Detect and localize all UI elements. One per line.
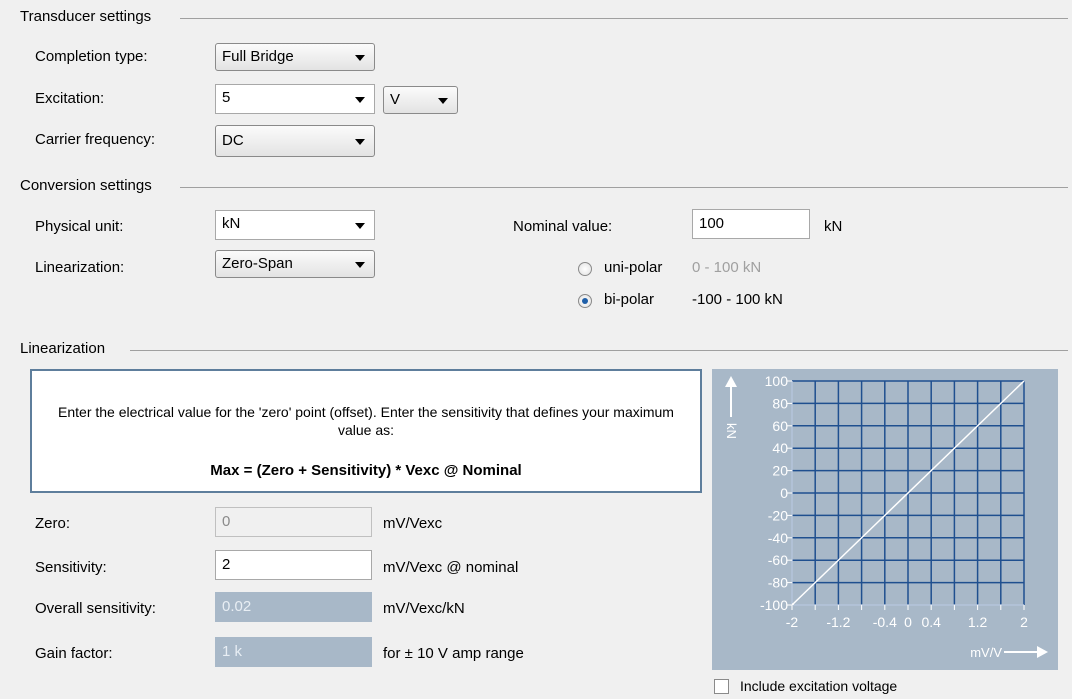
chevron-down-icon: [355, 223, 365, 229]
carrier-frequency-value: DC: [222, 132, 244, 149]
x-axis-label: mV/V: [970, 645, 1002, 660]
chart-y-tick-label: 100: [765, 373, 789, 389]
nominal-value-label: Nominal value:: [513, 218, 613, 235]
bipolar-label: bi-polar: [604, 291, 655, 308]
completion-type-value: Full Bridge: [222, 48, 294, 65]
chart-x-tick-label: 0.4: [921, 614, 941, 630]
chart-y-tick-label: -40: [768, 530, 788, 546]
carrier-frequency-dropdown[interactable]: DC: [215, 125, 375, 157]
excitation-value-combo[interactable]: 5: [215, 84, 375, 114]
chevron-down-icon: [355, 97, 365, 103]
linearization-info-text: Enter the electrical value for the 'zero…: [58, 404, 674, 438]
chart-y-tick-label: -60: [768, 552, 788, 568]
chart-x-tick-label: -0.4: [873, 614, 897, 630]
conversion-settings-divider: [180, 187, 1068, 188]
excitation-unit-dropdown[interactable]: V: [383, 86, 458, 114]
chevron-down-icon: [355, 55, 365, 61]
gain-factor-value: 1 k: [215, 637, 372, 667]
nominal-value-input[interactable]: 100: [692, 209, 810, 239]
chart-x-tick-label: 1.2: [968, 614, 988, 630]
zero-label: Zero:: [35, 515, 71, 532]
chevron-down-icon: [438, 98, 448, 104]
physical-unit-combo[interactable]: kN: [215, 210, 375, 240]
bipolar-radio[interactable]: [578, 294, 592, 308]
linearization-info-box: Enter the electrical value for the 'zero…: [30, 369, 702, 493]
chart-y-tick-label: 60: [772, 418, 788, 434]
excitation-unit-value: V: [390, 91, 401, 108]
chart-y-tick-label: 80: [772, 395, 788, 411]
chart-y-tick-label: -100: [760, 597, 788, 613]
chevron-down-icon: [355, 139, 365, 145]
conversion-settings-title: Conversion settings: [20, 177, 160, 194]
gain-factor-unit: for ± 10 V amp range: [383, 645, 524, 662]
overall-sensitivity-unit: mV/Vexc/kN: [383, 600, 465, 617]
include-excitation-checkbox[interactable]: [714, 679, 729, 694]
chevron-down-icon: [355, 262, 365, 268]
zero-input[interactable]: 0: [215, 507, 372, 537]
sensitivity-unit: mV/Vexc @ nominal: [383, 559, 519, 576]
chart-y-tick-label: 40: [772, 440, 788, 456]
chart-y-tick-label: 20: [772, 463, 788, 479]
unipolar-label: uni-polar: [604, 259, 663, 276]
linearization-section-title: Linearization: [20, 340, 114, 357]
physical-unit-value: kN: [222, 215, 241, 232]
completion-type-dropdown[interactable]: Full Bridge: [215, 43, 375, 71]
bipolar-range: -100 - 100 kN: [692, 291, 783, 308]
physical-unit-label: Physical unit:: [35, 218, 124, 235]
transducer-settings-title: Transducer settings: [20, 8, 160, 25]
chart-x-tick-label: -1.2: [826, 614, 850, 630]
excitation-label: Excitation:: [35, 90, 105, 107]
include-excitation-label: Include excitation voltage: [740, 678, 898, 694]
unipolar-range: 0 - 100 kN: [692, 259, 762, 276]
gain-factor-label: Gain factor:: [35, 645, 113, 662]
carrier-frequency-label: Carrier frequency:: [35, 131, 156, 148]
chart-x-tick-label: 2: [1020, 614, 1028, 630]
chart-x-tick-label: 0: [904, 614, 912, 630]
linearization-divider: [130, 350, 1068, 351]
chart-y-tick-label: -80: [768, 575, 788, 591]
excitation-value: 5: [222, 89, 231, 106]
chart-y-tick-label: 0: [780, 485, 788, 501]
y-axis-label: kN: [724, 423, 739, 439]
completion-type-label: Completion type:: [35, 48, 148, 65]
chart-x-tick-label: -2: [786, 614, 799, 630]
linearization-dropdown[interactable]: Zero-Span: [215, 250, 375, 278]
overall-sensitivity-label: Overall sensitivity:: [35, 600, 156, 617]
linearization-label: Linearization:: [35, 259, 125, 276]
linearization-formula: Max = (Zero + Sensitivity) * Vexc @ Nomi…: [210, 462, 522, 479]
sensitivity-label: Sensitivity:: [35, 559, 107, 576]
linearization-value: Zero-Span: [222, 255, 293, 272]
unipolar-radio[interactable]: [578, 262, 592, 276]
transducer-settings-divider: [180, 18, 1068, 19]
nominal-unit: kN: [824, 218, 843, 235]
sensitivity-input[interactable]: 2: [215, 550, 372, 580]
linearization-chart: 100806040200-20-40-60-80-100-2 -1.2 -0.4 0 0…: [712, 369, 1058, 670]
chart-y-tick-label: -20: [768, 507, 788, 523]
overall-sensitivity-value: 0.02: [215, 592, 372, 622]
zero-unit: mV/Vexc: [383, 515, 443, 532]
